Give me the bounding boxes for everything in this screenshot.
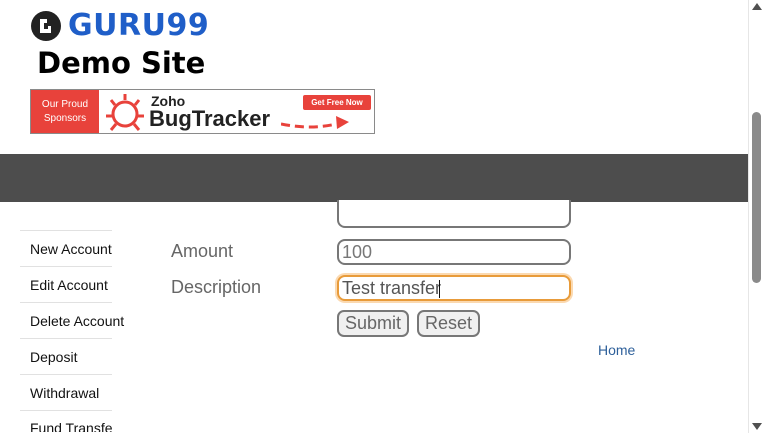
sidebar-menu: New Account Edit Account Delete Account … [20,230,124,432]
sidebar-item-withdrawal[interactable]: Withdrawal [20,374,112,410]
description-input-value: Test transfer [342,278,442,298]
amount-input[interactable] [337,239,571,265]
sidebar-item-new-account[interactable]: New Account [20,230,112,266]
scrollbar-thumb[interactable] [752,112,761,283]
dashed-arrow-icon [281,116,349,129]
site-title: Demo Site [37,46,206,80]
sponsor-banner[interactable]: Our Proud Sponsors Zoho BugTracker Get F… [30,89,375,134]
submit-button[interactable]: Submit [337,310,410,337]
banner-sponsor-label: Our Proud Sponsors [31,90,99,133]
scroll-up-arrow-icon[interactable] [752,3,762,10]
sidebar-item-fund-transfer[interactable]: Fund Transfer [20,410,112,432]
vertical-scrollbar[interactable] [748,0,764,433]
text-caret [439,280,441,299]
logo-text: GURU99 [68,8,210,43]
scroll-down-arrow-icon[interactable] [752,423,762,430]
get-free-now-button[interactable]: Get Free Now [303,95,371,110]
nav-bar [0,154,748,202]
sidebar-item-delete-account[interactable]: Delete Account [20,302,124,338]
amount-label: Amount [171,241,234,261]
description-input[interactable]: Test transfer [337,275,571,301]
home-link[interactable]: Home [598,342,635,358]
guru99-logo[interactable]: GURU99 [30,8,209,43]
bug-icon [106,94,144,131]
partial-input-field[interactable] [337,200,571,228]
sidebar-item-edit-account[interactable]: Edit Account [20,266,112,302]
sidebar-item-deposit[interactable]: Deposit [20,338,112,374]
description-label: Description [171,277,262,297]
banner-brand-main: BugTracker [149,106,271,131]
reset-button[interactable]: Reset [417,310,481,337]
guru99-logo-icon [31,10,61,41]
